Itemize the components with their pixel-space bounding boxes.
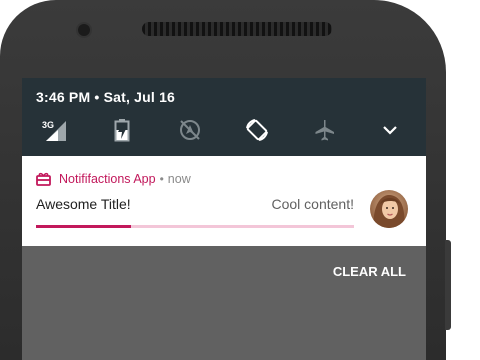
signal-3g-icon[interactable]: 3G bbox=[36, 116, 70, 144]
progress-bar bbox=[36, 225, 354, 228]
phone-screen: 3:46 PM • Sat, Jul 16 3G Notififactions … bbox=[22, 78, 426, 360]
status-bar: 3:46 PM • Sat, Jul 16 3G bbox=[22, 78, 426, 156]
time-date-label: 3:46 PM • Sat, Jul 16 bbox=[36, 89, 176, 105]
chevron-down-icon[interactable] bbox=[373, 116, 407, 144]
notification-card[interactable]: Notififactions App • now Awesome Title! … bbox=[22, 156, 426, 246]
power-button bbox=[445, 240, 451, 330]
battery-charging-icon[interactable] bbox=[105, 116, 139, 144]
avatar bbox=[370, 190, 408, 228]
clear-all-button[interactable]: CLEAR ALL bbox=[333, 264, 406, 279]
notification-title: Awesome Title! bbox=[36, 196, 131, 212]
header-separator: • bbox=[159, 172, 164, 186]
app-name: Notififactions App bbox=[59, 172, 156, 186]
front-camera bbox=[78, 24, 90, 36]
notification-header: Notififactions App • now bbox=[36, 172, 191, 186]
auto-rotate-icon[interactable] bbox=[240, 116, 274, 144]
airplane-mode-icon[interactable] bbox=[307, 116, 341, 144]
quick-settings-row: 3G bbox=[22, 116, 426, 148]
notification-time: now bbox=[167, 172, 191, 186]
network-type-label: 3G bbox=[42, 120, 54, 130]
notification-content: Cool content! bbox=[271, 196, 355, 212]
gift-icon bbox=[36, 172, 51, 186]
location-off-icon[interactable] bbox=[173, 116, 207, 144]
background-margin bbox=[446, 0, 480, 360]
earpiece-speaker bbox=[142, 22, 332, 36]
progress-fill bbox=[36, 225, 132, 228]
phone-body: 3:46 PM • Sat, Jul 16 3G Notififactions … bbox=[0, 0, 446, 360]
